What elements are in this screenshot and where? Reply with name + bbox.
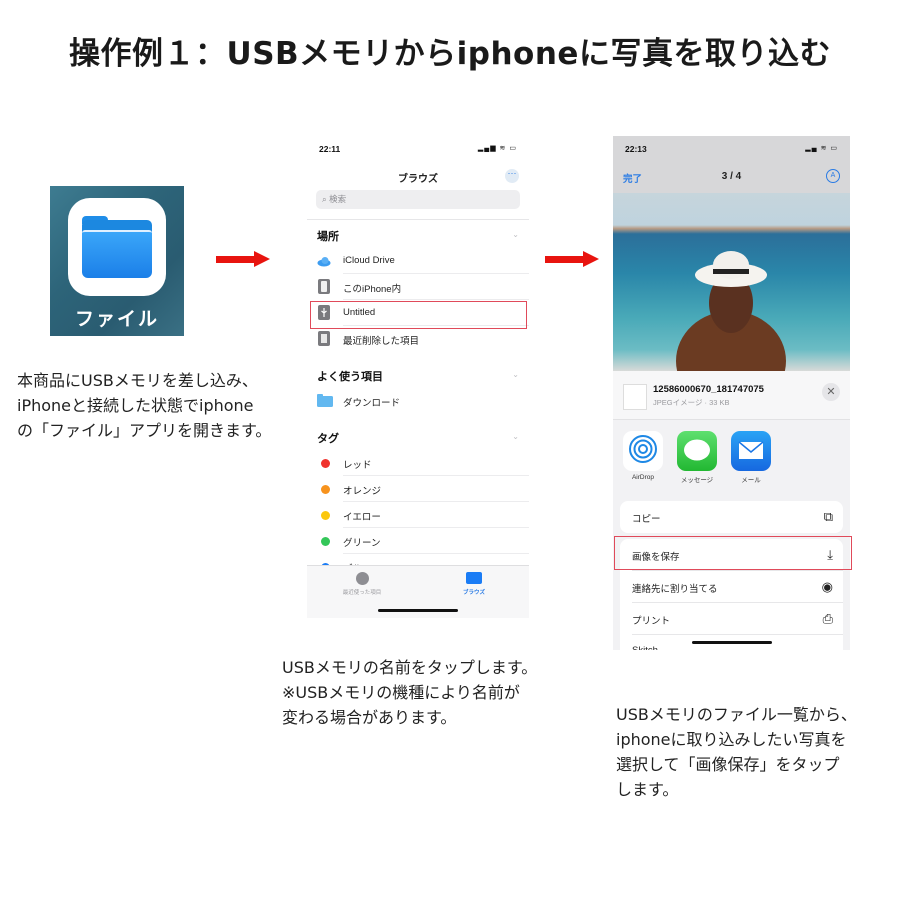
- action-label: 連絡先に割り当てる: [632, 584, 718, 595]
- home-indicator: [378, 609, 458, 612]
- tag-label: オレンジ: [343, 486, 382, 497]
- favorite-item-downloads[interactable]: ダウンロード: [307, 388, 529, 414]
- airdrop-icon[interactable]: [623, 431, 663, 471]
- location-label: 最近削除した項目: [343, 336, 420, 347]
- print-icon: ⎙: [822, 611, 833, 626]
- location-label: iCloud Drive: [343, 255, 395, 266]
- photo-nav-bar: 22:13 ▂▄ ≋ ▭ 完了 3 / 4 A: [613, 136, 850, 193]
- file-name: 12586000670_181747075: [653, 384, 764, 395]
- section-header-locations: 場所: [317, 231, 339, 243]
- location-item-recently-deleted[interactable]: 最近削除した項目: [307, 326, 529, 352]
- tag-item-yellow[interactable]: イエロー: [307, 502, 529, 528]
- tag-dot-icon: [321, 459, 330, 468]
- search-input[interactable]: ⌕ 検索: [316, 190, 520, 209]
- tab-browse[interactable]: ブラウズ: [439, 572, 509, 596]
- folder-icon-front: [82, 230, 152, 278]
- chevron-down-icon[interactable]: ⌄: [512, 432, 519, 441]
- markup-icon[interactable]: A: [826, 169, 840, 183]
- files-browse-screen: 22:11 ▂▄▆ ≋ ▭ ブラウズ ··· ⌕ 検索 場所 ⌄ iCloud …: [307, 136, 529, 618]
- highlight-box: [614, 536, 852, 570]
- action-group-copy: コピー ⧉: [620, 501, 843, 533]
- section-header-tags: タグ: [317, 433, 339, 445]
- status-icons: ▂▄ ≋ ▭: [805, 145, 838, 152]
- step2-description: USBメモリの名前をタップします。 ※USBメモリの機種により名前が 変わる場合…: [282, 658, 538, 727]
- chevron-down-icon[interactable]: ⌄: [512, 230, 519, 239]
- iphone-icon: [317, 279, 331, 294]
- status-time: 22:11: [319, 144, 341, 154]
- action-label: コピー: [632, 514, 661, 525]
- clock-icon: [355, 572, 369, 585]
- tag-label: イエロー: [343, 512, 381, 523]
- tag-dot-icon: [321, 511, 330, 520]
- page-title: 操作例１：USBメモリからiphoneに写真を取り込む: [69, 36, 831, 72]
- tag-item-red[interactable]: レッド: [307, 450, 529, 476]
- step1-description: 本商品にUSBメモリを差し込み、 iPhoneと接続した状態でiphone の「…: [17, 371, 272, 440]
- file-header: 12586000670_181747075 JPEGイメージ · 33 KB ✕: [613, 371, 850, 420]
- nav-title: ブラウズ: [398, 174, 438, 185]
- close-icon[interactable]: ✕: [822, 383, 840, 401]
- tag-label: レッド: [343, 460, 372, 471]
- share-app-label: メッセージ: [680, 477, 714, 484]
- location-label: このiPhone内: [343, 284, 402, 295]
- messages-icon[interactable]: [677, 431, 717, 471]
- action-copy[interactable]: コピー ⧉: [620, 501, 843, 533]
- location-item-icloud[interactable]: iCloud Drive: [307, 248, 529, 274]
- contact-icon: ◉: [821, 579, 833, 594]
- chevron-down-icon[interactable]: ⌄: [512, 370, 519, 379]
- share-app-label: AirDrop: [631, 474, 655, 481]
- share-app-label: メール: [741, 477, 761, 484]
- status-time: 22:13: [625, 144, 647, 154]
- tag-label: グリーン: [343, 538, 381, 549]
- arrow-right-icon: [216, 251, 270, 267]
- arrow-right-icon: [545, 251, 599, 267]
- tag-item-orange[interactable]: オレンジ: [307, 476, 529, 502]
- tab-label: 最近使った項目: [342, 590, 382, 596]
- trash-icon: [317, 331, 331, 346]
- copy-icon: ⧉: [823, 509, 833, 524]
- action-label: Skitch: [632, 645, 658, 650]
- status-icons: ▂▄▆ ≋ ▭: [477, 145, 517, 152]
- app-label: ファイル: [74, 308, 159, 330]
- search-placeholder: 検索: [329, 194, 347, 204]
- step3-description: USBメモリのファイル一覧から、 iphoneに取り込みしたい写真を 選択して「…: [616, 705, 857, 799]
- location-item-on-iphone[interactable]: このiPhone内: [307, 274, 529, 300]
- icloud-icon: [317, 253, 331, 268]
- tag-item-green[interactable]: グリーン: [307, 528, 529, 554]
- mail-icon[interactable]: [731, 431, 771, 471]
- tag-dot-icon: [321, 537, 330, 546]
- more-icon[interactable]: ···: [505, 169, 519, 183]
- share-sheet: 12586000670_181747075 JPEGイメージ · 33 KB ✕…: [613, 371, 850, 650]
- tag-dot-icon: [321, 485, 330, 494]
- section-header-favorites: よく使う項目: [317, 371, 383, 383]
- beach-photo-image: [676, 251, 786, 411]
- folder-icon: [466, 572, 482, 584]
- action-label: プリント: [632, 616, 671, 627]
- favorite-label: ダウンロード: [343, 398, 401, 409]
- action-assign-contact[interactable]: 連絡先に割り当てる ◉: [620, 571, 843, 603]
- folder-icon: [317, 393, 333, 408]
- photo-preview: [613, 193, 850, 411]
- divider: [307, 219, 529, 220]
- tab-recents[interactable]: 最近使った項目: [327, 572, 397, 596]
- skitch-icon: ◡: [822, 643, 833, 650]
- files-app-icon[interactable]: [68, 198, 166, 296]
- tab-label: ブラウズ: [462, 590, 485, 596]
- highlight-box: [310, 301, 527, 329]
- files-app-tile[interactable]: ファイル: [50, 186, 184, 336]
- photo-share-screen: 22:13 ▂▄ ≋ ▭ 完了 3 / 4 A 12586000670_1817…: [613, 136, 850, 650]
- action-print[interactable]: プリント ⎙: [620, 603, 843, 635]
- photo-counter: 3 / 4: [721, 171, 742, 182]
- tab-bar: 最近使った項目 ブラウズ: [307, 565, 529, 618]
- file-meta: JPEGイメージ · 33 KB: [653, 398, 730, 407]
- home-indicator: [691, 641, 772, 644]
- file-thumbnail: [623, 384, 647, 410]
